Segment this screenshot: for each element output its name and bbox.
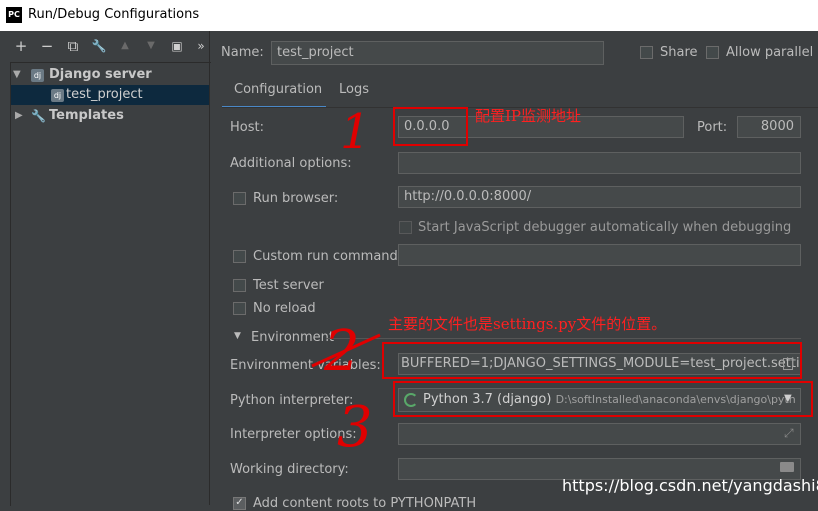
number-1-annotation: 1 [340,104,371,160]
number-3-annotation: 3 [337,395,373,460]
hand-drawn-annotations: 1 2 3 [311,104,381,460]
watermark: https://blog.csdn.net/yangdashi888 [562,476,818,495]
